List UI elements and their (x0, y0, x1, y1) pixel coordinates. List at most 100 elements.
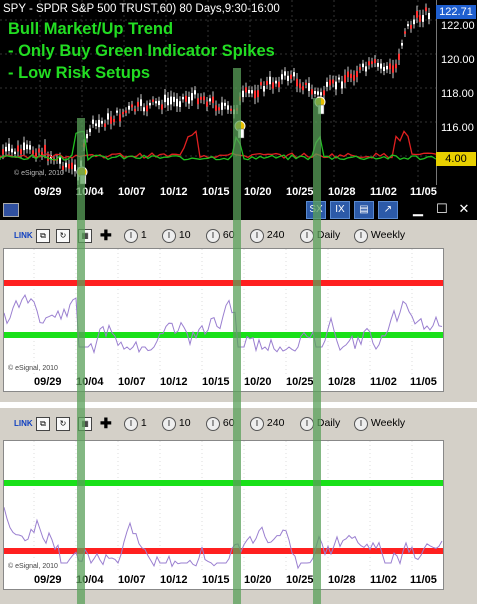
candle-body (389, 63, 391, 70)
candle-body (257, 90, 259, 98)
candle-body (284, 71, 286, 76)
candle-body (269, 76, 271, 85)
interval-daily[interactable]: I Daily (300, 416, 341, 431)
date-label: 10/20 (244, 376, 272, 388)
candle-body (245, 87, 247, 93)
annotation-line-2: - Only Buy Green Indicator Spikes (8, 42, 275, 60)
date-label: 09/29 (34, 186, 62, 198)
interval-1[interactable]: I 1 (124, 228, 147, 243)
candle-body (80, 160, 82, 167)
candle-body (377, 62, 379, 67)
right-scale-area[interactable] (446, 248, 477, 392)
copy-icon: ⧉ (36, 417, 50, 431)
interval-10[interactable]: I 10 (162, 228, 191, 243)
candle-body (386, 65, 388, 70)
candle-body (332, 79, 334, 84)
properties-button[interactable]: ▦ (78, 228, 92, 243)
candle-body (44, 144, 46, 153)
sx-button[interactable]: SX (306, 201, 326, 219)
refresh-button[interactable]: ↻ (56, 228, 70, 243)
interval-label: 240 (266, 229, 285, 241)
interval-60[interactable]: I 60 (206, 228, 235, 243)
clock-icon: I (124, 417, 138, 431)
interval-weekly[interactable]: I Weekly (354, 228, 406, 243)
price-label: 116.00 (441, 122, 474, 134)
copy-button[interactable]: ⧉ (36, 228, 50, 243)
properties-icon: ▦ (78, 417, 92, 431)
candle-body (260, 82, 262, 86)
interval-label: Daily (316, 229, 341, 241)
candle-body (113, 118, 115, 123)
date-label: 10/04 (76, 376, 104, 388)
oscillator-plot-2[interactable]: © eSignal, 2010 (3, 440, 444, 574)
interval-240[interactable]: I 240 (250, 416, 284, 431)
price-chart[interactable]: SPY - SPDR S&P 500 TRUST,60) 80 Days,9:3… (0, 0, 477, 199)
ix-button[interactable]: IX (330, 201, 350, 219)
date-label: 11/05 (410, 376, 437, 388)
clock-icon: I (300, 417, 314, 431)
date-label: 10/04 (76, 574, 104, 586)
right-scale-area[interactable] (446, 440, 477, 590)
candle-body (410, 24, 412, 29)
add-button[interactable]: ✚ (100, 416, 112, 430)
watermark: © eSignal, 2010 (14, 170, 64, 177)
refresh-button[interactable]: ↻ (56, 416, 70, 431)
candle-body (98, 119, 100, 128)
date-label: 11/02 (370, 574, 397, 586)
candle-body (221, 102, 223, 110)
candle-body (362, 63, 364, 68)
lower-band-line (4, 332, 443, 338)
candle-body (320, 92, 322, 96)
clock-icon: I (124, 229, 138, 243)
copy-button[interactable]: ⧉ (36, 416, 50, 431)
refresh-icon: ↻ (56, 417, 70, 431)
interval-label: 1 (140, 229, 147, 241)
add-button[interactable]: ✚ (100, 228, 112, 242)
candle-body (302, 86, 304, 91)
candle-body (89, 128, 91, 133)
candle-body (125, 110, 127, 113)
link-button[interactable]: LINK (14, 416, 33, 430)
popout-button[interactable]: ↗ (378, 201, 398, 219)
interval-label: 1 (140, 417, 147, 429)
oscillator-plot-1[interactable]: © eSignal, 2010 (3, 248, 444, 376)
candle-body (338, 77, 340, 80)
properties-button[interactable]: ▦ (78, 416, 92, 431)
candle-body (335, 81, 337, 90)
candle-body (287, 75, 289, 81)
candle-body (383, 66, 385, 72)
interval-daily[interactable]: I Daily (300, 228, 341, 243)
window-icon (3, 203, 19, 217)
candle-body (398, 53, 400, 60)
interval-label: Weekly (370, 229, 406, 241)
interval-240[interactable]: I 240 (250, 228, 285, 243)
copy-icon: ⧉ (36, 229, 50, 243)
interval-weekly[interactable]: I Weekly (354, 416, 405, 431)
interval-1[interactable]: I 1 (124, 416, 147, 431)
candle-body (227, 105, 229, 110)
layout-button[interactable]: ▤ (354, 201, 374, 219)
candle-body (86, 133, 88, 139)
interval-label: Daily (316, 417, 341, 429)
interval-label: 10 (178, 417, 191, 429)
candle-body (404, 31, 406, 34)
candle-body (23, 142, 25, 151)
maximize-button[interactable]: ☐ (434, 201, 450, 217)
candle-body (179, 101, 181, 108)
date-label: 11/05 (410, 574, 437, 586)
date-label: 11/05 (410, 186, 437, 198)
link-button[interactable]: LINK (14, 228, 33, 242)
date-label: 10/12 (160, 574, 188, 586)
date-label: 11/02 (370, 186, 397, 198)
interval-10[interactable]: I 10 (162, 416, 191, 431)
minimize-button[interactable]: ▁ (410, 201, 426, 217)
candle-body (356, 70, 358, 78)
date-label: 10/20 (244, 574, 272, 586)
candle-body (104, 123, 106, 128)
candle-body (314, 91, 316, 94)
close-button[interactable]: ✕ (456, 201, 472, 217)
interval-60[interactable]: I 60 (206, 416, 235, 431)
candle-body (281, 74, 283, 80)
candle-body (242, 90, 244, 98)
candle-body (2, 149, 4, 155)
